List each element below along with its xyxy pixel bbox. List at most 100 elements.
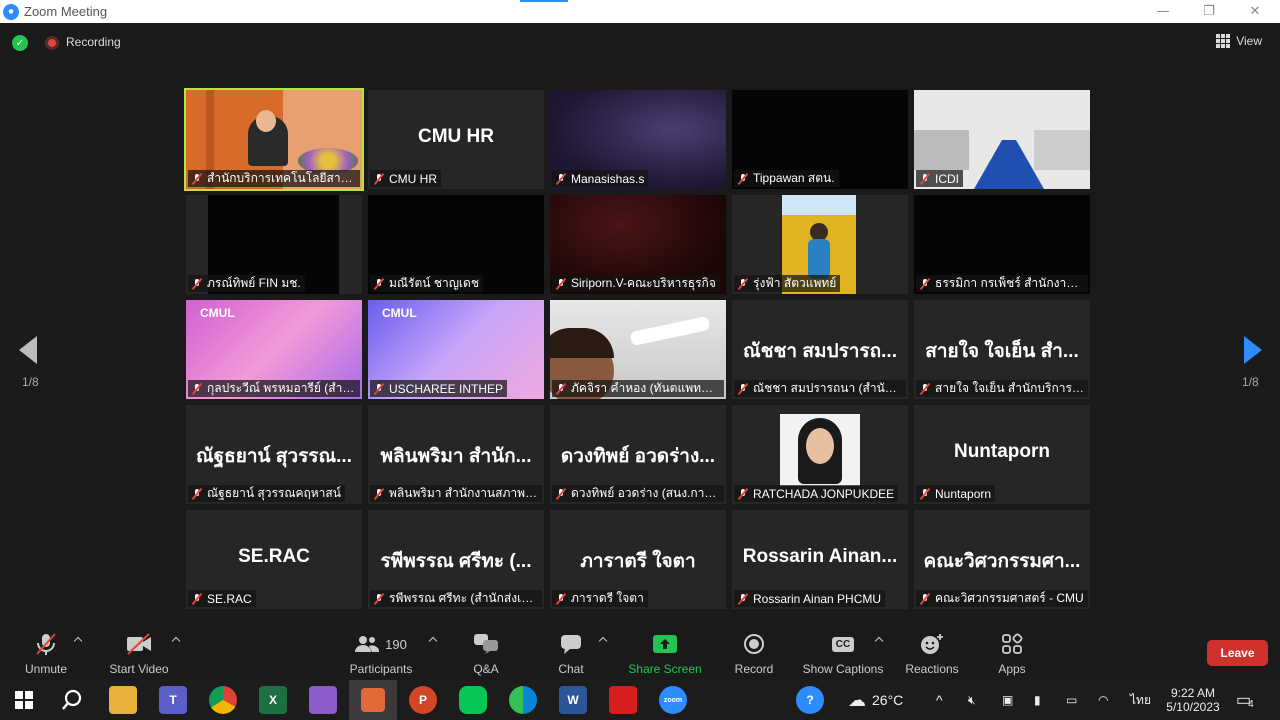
participant-display-name: ณัฐธยาน์ สุวรรณ...	[196, 446, 352, 467]
page-indicator-left: 1/8	[22, 375, 39, 389]
windows-start-icon[interactable]	[10, 686, 38, 714]
muted-mic-icon	[737, 593, 749, 605]
edge-browser-icon[interactable]	[509, 686, 537, 714]
minimize-button[interactable]: —	[1140, 0, 1186, 23]
chat-label: Chat	[558, 662, 584, 676]
acrobat-icon[interactable]	[609, 686, 637, 714]
participant-tile[interactable]: SE.RAC SE.RAC	[186, 510, 362, 609]
muted-mic-icon	[191, 488, 203, 500]
participant-name: USCHAREE INTHEP	[389, 381, 504, 396]
chat-options-chevron-icon[interactable]	[598, 636, 608, 646]
participant-tile[interactable]: ICDI	[914, 90, 1090, 189]
unmute-label: Unmute	[24, 662, 68, 676]
chrome-icon[interactable]	[209, 686, 237, 714]
teams-icon[interactable]: T	[159, 686, 187, 714]
participant-display-name: คณะวิศวกรรมศา...	[923, 551, 1081, 572]
word-icon[interactable]: W	[559, 686, 587, 714]
battery-icon[interactable]: ▭	[1066, 680, 1077, 720]
participant-name-label: ณัชชา สมปรารถนา (สำนักหอ...	[734, 380, 906, 397]
participant-name-label: รพีพรรณ ศรีทะ (สำนักส่งเสริม...	[370, 590, 542, 607]
security-shield-icon[interactable]: ✓	[12, 35, 28, 51]
muted-mic-icon	[919, 173, 931, 185]
participants-button[interactable]: 190 Participants	[346, 628, 416, 680]
help-icon[interactable]: ?	[796, 686, 824, 714]
participant-name-label: พลินพริมา สำนักงานสภาพนัก...	[370, 485, 542, 502]
participant-tile[interactable]: ณัชชา สมปรารถ... ณัชชา สมปรารถนา (สำนักหอ…	[732, 300, 908, 399]
clock[interactable]: 9:22 AM 5/10/2023	[1162, 680, 1224, 720]
chat-button[interactable]: Chat	[552, 628, 590, 680]
participant-tile[interactable]: Siriporn.V-คณะบริหารธุรกิจ	[550, 195, 726, 294]
zoom-taskbar-icon[interactable]: zoom	[659, 686, 687, 714]
language-label[interactable]: ไทย	[1130, 680, 1151, 720]
participant-tile[interactable]: รุ่งฟ้า สัตวแพทย์	[732, 195, 908, 294]
audio-options-chevron-icon[interactable]	[73, 636, 83, 646]
next-page-arrow-icon[interactable]	[1244, 336, 1262, 364]
participant-name-label: ณัฐธยาน์ สุวรรณคฤหาสน์	[188, 485, 345, 502]
participant-name: มณีรัตน์ ชาญเดช	[389, 276, 479, 290]
participant-name-label: Rossarin Ainan PHCMU	[734, 590, 886, 607]
participant-tile[interactable]: สายใจ ใจเย็น สำ... สายใจ ใจเย็น สำนักบริก…	[914, 300, 1090, 399]
participant-tile[interactable]: ภรณ์ทิพย์ FIN มช.	[186, 195, 362, 294]
snipping-tool-icon-active[interactable]	[349, 680, 397, 720]
participant-tile[interactable]: พลินพริมา สำนัก... พลินพริมา สำนักงานสภาพ…	[368, 405, 544, 504]
reactions-button[interactable]: Reactions	[904, 628, 960, 680]
participant-tile[interactable]: CMUL USCHAREE INTHEP	[368, 300, 544, 399]
participant-tile[interactable]: ดวงทิพย์ อวดร่าง... ดวงทิพย์ อวดร่าง (สนง…	[550, 405, 726, 504]
start-video-button[interactable]: Start Video	[104, 628, 174, 680]
leave-button[interactable]: Leave	[1207, 640, 1268, 666]
participant-tile[interactable]: RATCHADA JONPUKDEE	[732, 405, 908, 504]
view-button[interactable]: View	[1212, 32, 1266, 50]
maximize-button[interactable]: ❐	[1186, 0, 1232, 23]
participant-name-label: สายใจ ใจเย็น สำนักบริการเท...	[916, 380, 1088, 397]
muted-mic-icon	[737, 173, 749, 185]
participant-tile[interactable]: รพีพรรณ ศรีทะ (... รพีพรรณ ศรีทะ (สำนักส่…	[368, 510, 544, 609]
previous-page-arrow-icon[interactable]	[19, 336, 37, 364]
participant-tile[interactable]: คณะวิศวกรรมศา... คณะวิศวกรรมศาสตร์ - CMU	[914, 510, 1090, 609]
weather-widget[interactable]: ☁ 26°C	[848, 680, 903, 720]
participant-tile[interactable]: Nuntaporn Nuntaporn	[914, 405, 1090, 504]
powerpoint-icon[interactable]: P	[409, 686, 437, 714]
people-icon	[355, 636, 380, 652]
participants-options-chevron-icon[interactable]	[428, 636, 438, 646]
show-captions-label: Show Captions	[802, 662, 884, 676]
participant-tile[interactable]: CMUL กุลประวีณ์ พรหมอารีย์ (สำนัก...	[186, 300, 362, 399]
qa-label: Q&A	[473, 662, 499, 676]
record-button[interactable]: Record	[732, 628, 776, 680]
muted-mic-icon	[191, 278, 203, 290]
meeting-controls-toolbar: Unmute Start Video 190 Participants Q&A …	[0, 628, 1280, 680]
meet-now-icon[interactable]: ▣	[1002, 680, 1013, 720]
search-icon[interactable]	[58, 686, 86, 714]
participant-name: รพีพรรณ ศรีทะ (สำนักส่งเสริม...	[389, 591, 538, 605]
onenote-icon[interactable]	[309, 686, 337, 714]
participant-tile[interactable]: ธรรมิกา กรเพ็ชร์ สำนักงานการ...	[914, 195, 1090, 294]
tray-overflow-chevron-icon[interactable]: ^	[936, 680, 943, 720]
share-screen-button[interactable]: Share Screen	[626, 628, 704, 680]
qa-button[interactable]: Q&A	[466, 628, 506, 680]
apps-button[interactable]: Apps	[994, 628, 1030, 680]
line-app-icon[interactable]	[459, 686, 487, 714]
portrait-photo	[780, 414, 860, 486]
wifi-icon[interactable]: ◠	[1098, 680, 1108, 720]
reactions-label: Reactions	[905, 662, 959, 676]
unmute-button[interactable]: Unmute	[18, 628, 74, 680]
participant-tile[interactable]: Manasishas.s	[550, 90, 726, 189]
participant-display-name: Nuntaporn	[953, 441, 1051, 462]
participant-tile[interactable]: ภัคจิรา คำหอง (ทันตแพทยศา...	[550, 300, 726, 399]
participant-name-label: ภาราดรี ใจตา	[552, 590, 648, 607]
volume-muted-icon[interactable]: 🔇︎	[968, 680, 976, 720]
participant-tile[interactable]: Tippawan สตน.	[732, 90, 908, 189]
participant-tile[interactable]: ภาราตรี ใจตา ภาราดรี ใจตา	[550, 510, 726, 609]
participant-name-label: Nuntaporn	[916, 485, 996, 502]
participant-tile[interactable]: Rossarin Ainan... Rossarin Ainan PHCMU	[732, 510, 908, 609]
notifications-icon[interactable]: ▭ 4	[1236, 680, 1254, 720]
page-indicator-right: 1/8	[1242, 375, 1259, 389]
file-explorer-icon[interactable]	[109, 686, 137, 714]
close-button[interactable]: ✕	[1232, 0, 1278, 23]
excel-icon[interactable]: X	[259, 686, 287, 714]
microphone-icon[interactable]: ▮	[1034, 680, 1041, 720]
show-captions-button[interactable]: CC Show Captions	[800, 628, 886, 680]
participant-tile[interactable]: มณีรัตน์ ชาญเดช	[368, 195, 544, 294]
participant-tile[interactable]: CMU HR CMU HR	[368, 90, 544, 189]
participant-tile[interactable]: ณัฐธยาน์ สุวรรณ... ณัฐธยาน์ สุวรรณคฤหาสน์	[186, 405, 362, 504]
participant-tile[interactable]: สำนักบริการเทคโนโลยีสารสนเทศ	[184, 88, 364, 191]
